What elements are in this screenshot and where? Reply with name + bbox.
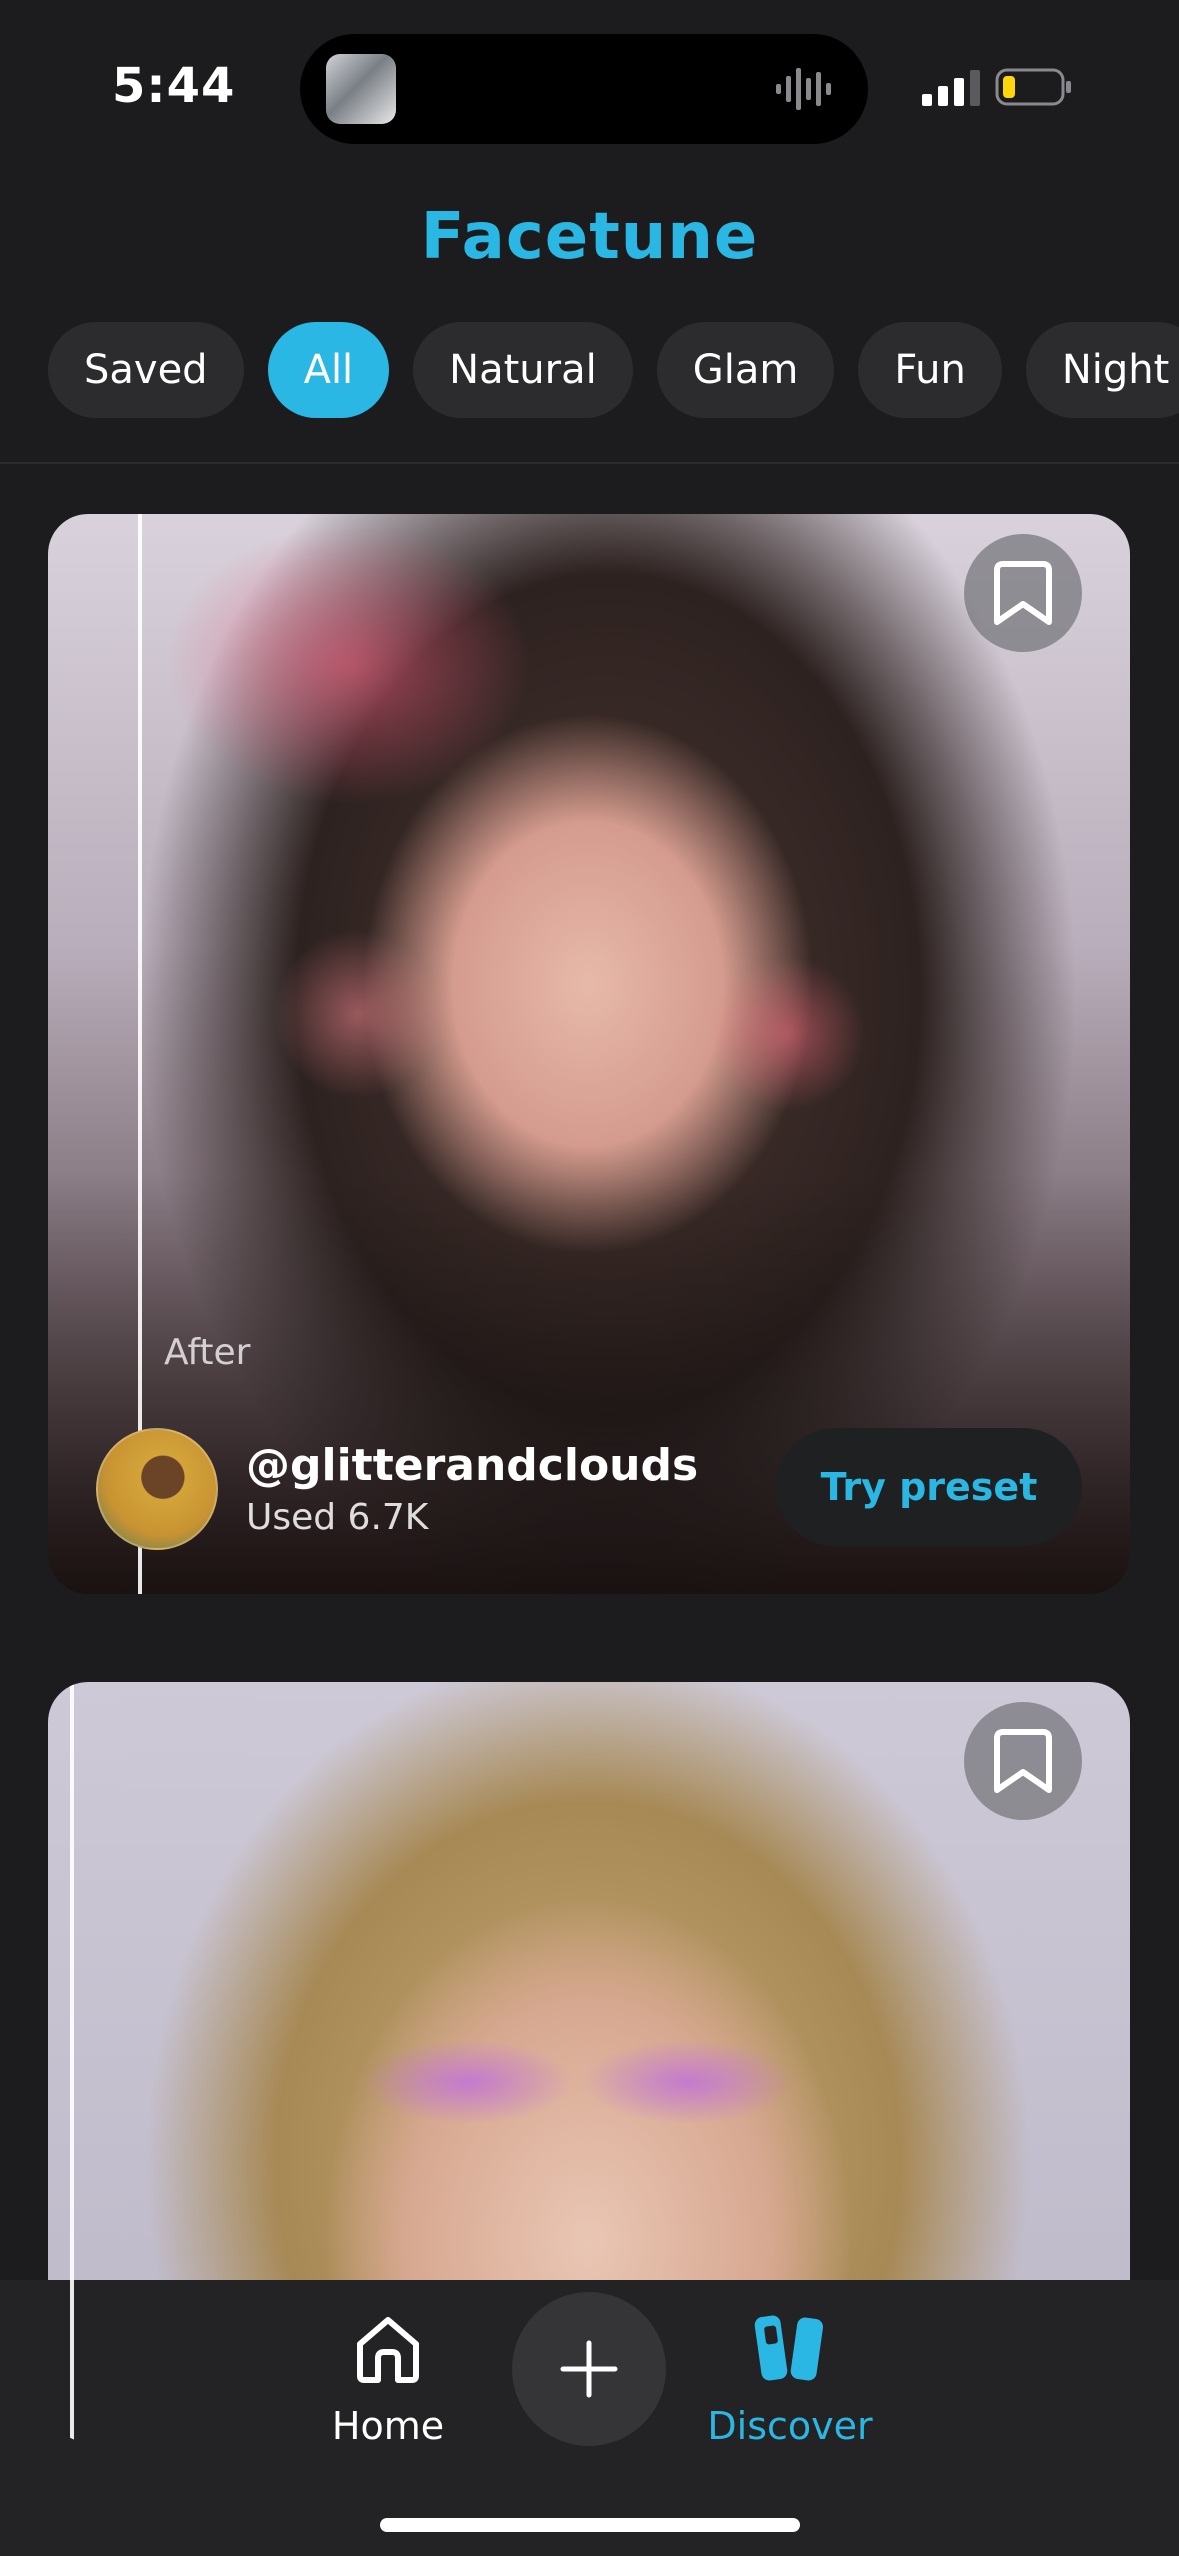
now-playing-thumbnail [326,54,396,124]
filter-chip-natural[interactable]: Natural [413,322,633,418]
plus-icon [560,2340,618,2398]
tab-discover[interactable]: Discover [690,2308,890,2448]
status-time: 5:44 [112,58,236,114]
creator-avatar[interactable] [96,1428,218,1550]
tab-home[interactable]: Home [288,2308,488,2448]
home-icon [357,2317,419,2383]
header-divider [0,462,1179,464]
creator-info[interactable]: @glitterandclouds Used 6.7K [96,1428,698,1550]
create-button[interactable] [512,2292,666,2446]
filter-chip-bar: Saved All Natural Glam Fun Night [48,322,1179,418]
after-label: After [164,1332,251,1373]
cellular-signal-icon [922,70,980,106]
home-indicator[interactable] [380,2518,800,2532]
before-after-slider-handle[interactable] [70,1682,74,2442]
filter-chip-night[interactable]: Night [1025,322,1179,418]
filter-chip-saved[interactable]: Saved [48,322,244,418]
bookmark-icon [994,1729,1052,1793]
battery-icon [995,68,1071,106]
filter-chip-glam[interactable]: Glam [656,322,835,418]
app-title: Facetune [420,200,759,274]
save-preset-button[interactable] [964,1702,1082,1820]
status-bar: 5:44 [0,0,1179,170]
filter-chip-all[interactable]: All [267,322,390,418]
save-preset-button[interactable] [964,534,1082,652]
audio-waveform-icon [776,68,831,110]
usage-count: Used 6.7K [246,1497,429,1538]
tab-home-label: Home [331,2404,445,2448]
dynamic-island[interactable] [300,34,868,144]
bottom-tab-bar: Home Discover [0,2280,1179,2556]
try-preset-button[interactable]: Try preset [776,1428,1082,1546]
creator-handle[interactable]: @glitterandclouds [246,1440,698,1491]
filter-chip-fun[interactable]: Fun [858,322,1002,418]
preset-card[interactable]: After @glitterandclouds Used 6.7K Try pr… [48,514,1130,1594]
tab-discover-label: Discover [707,2404,873,2448]
discover-icon [754,2315,824,2381]
bookmark-icon [994,561,1052,625]
